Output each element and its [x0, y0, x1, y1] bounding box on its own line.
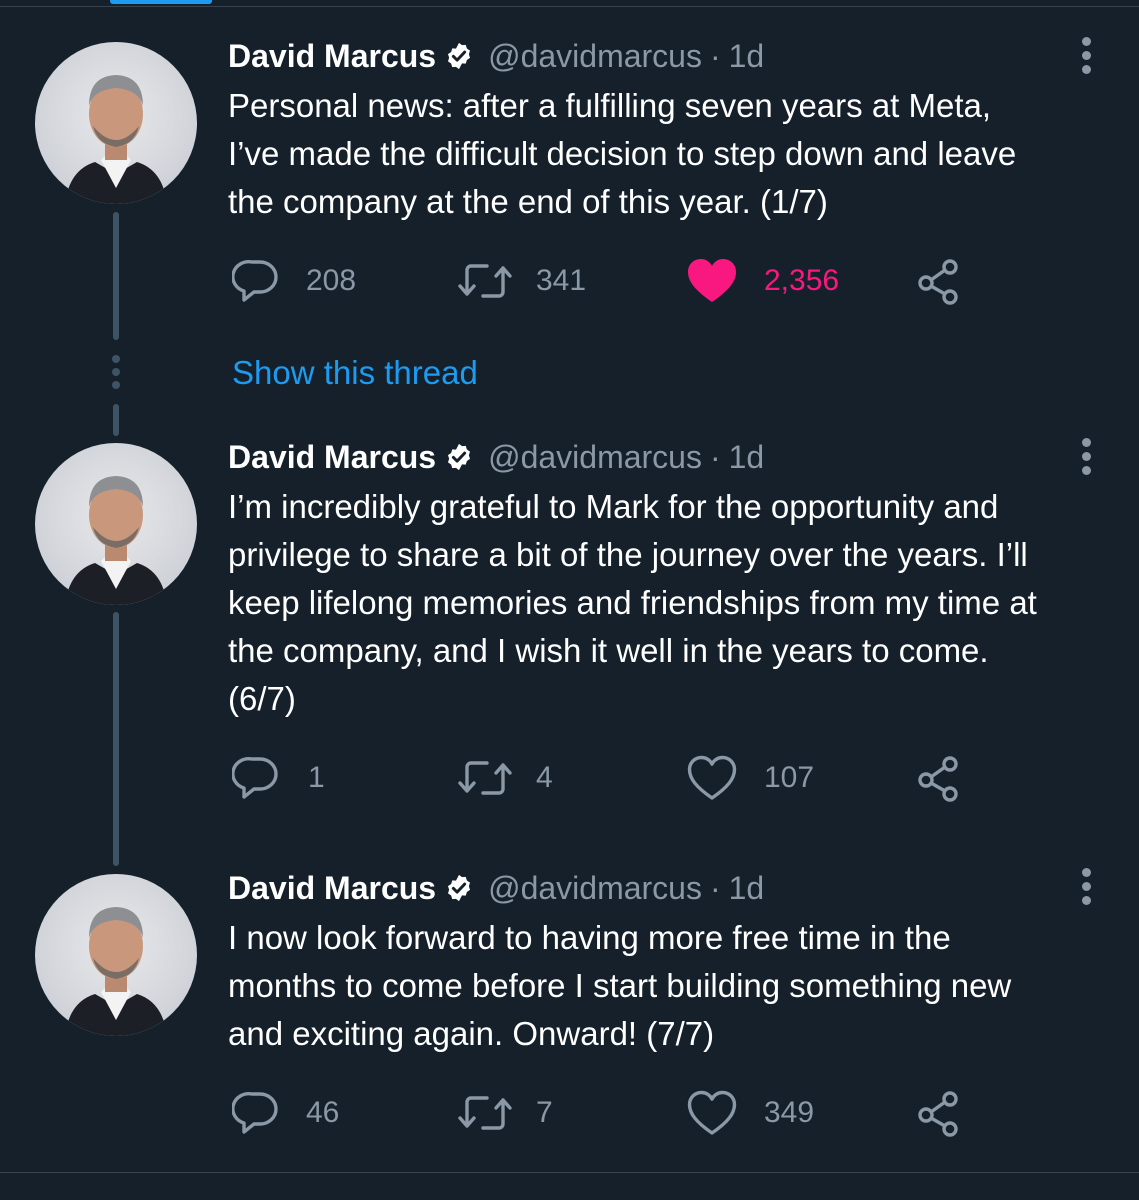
verified-badge-icon [448, 42, 471, 70]
avatar[interactable] [35, 42, 197, 204]
author-name[interactable]: David Marcus [228, 439, 436, 476]
author-handle[interactable]: @davidmarcus [488, 870, 702, 907]
tweet-header: David Marcus @davidmarcus · 1d [228, 437, 764, 477]
more-icon[interactable] [1076, 37, 1096, 79]
like-button[interactable]: 2,356 [686, 256, 839, 306]
share-button[interactable] [916, 753, 964, 803]
retweet-icon [458, 761, 512, 795]
share-button[interactable] [916, 1088, 964, 1138]
share-icon [918, 1091, 958, 1137]
tweet-actions: 208 341 2,356 [228, 256, 988, 306]
tweet-timestamp[interactable]: 1d [729, 870, 765, 907]
share-icon [918, 259, 958, 305]
reply-button[interactable]: 208 [232, 256, 356, 306]
bottom-divider [0, 1172, 1139, 1173]
avatar[interactable] [35, 443, 197, 605]
tweet-timestamp[interactable]: 1d [729, 38, 765, 75]
reply-count: 46 [306, 1096, 340, 1129]
tweet-timestamp[interactable]: 1d [729, 439, 765, 476]
verified-badge-icon [448, 874, 471, 902]
like-button[interactable]: 349 [686, 1088, 814, 1138]
tweet-header: David Marcus @davidmarcus · 1d [228, 36, 764, 76]
header-separator: · [709, 438, 721, 475]
retweet-count: 7 [536, 1096, 553, 1129]
reply-count: 208 [306, 264, 357, 297]
tweet-header: David Marcus @davidmarcus · 1d [228, 868, 764, 908]
header-separator: · [709, 37, 721, 74]
reply-icon [232, 1092, 278, 1134]
show-thread-link[interactable]: Show this thread [232, 354, 478, 392]
retweet-button[interactable]: 341 [456, 256, 586, 306]
retweet-button[interactable]: 4 [456, 753, 553, 803]
heart-icon [687, 755, 737, 800]
tweet-actions: 46 7 349 [228, 1088, 988, 1138]
like-button[interactable]: 107 [686, 753, 814, 803]
heart-icon [688, 259, 736, 302]
reply-icon [232, 757, 278, 799]
retweet-icon [458, 264, 512, 298]
reply-icon [232, 260, 278, 302]
reply-button[interactable]: 1 [232, 753, 325, 803]
retweet-icon [458, 1096, 512, 1130]
retweet-count: 4 [536, 761, 553, 794]
author-name[interactable]: David Marcus [228, 38, 436, 75]
retweet-count: 341 [536, 264, 587, 297]
verified-badge-icon [448, 443, 471, 471]
thread-line [113, 212, 119, 340]
tweet-actions: 1 4 107 [228, 753, 988, 803]
author-handle[interactable]: @davidmarcus [488, 38, 702, 75]
avatar[interactable] [35, 874, 197, 1036]
tweet-text: I’m incredibly grateful to Mark for the … [228, 488, 1037, 717]
author-name[interactable]: David Marcus [228, 870, 436, 907]
thread-gap-dots [112, 355, 120, 394]
like-count: 349 [764, 1096, 815, 1129]
like-count: 107 [764, 761, 815, 794]
heart-icon [687, 1090, 737, 1135]
more-icon[interactable] [1076, 438, 1096, 480]
tweet-text: I now look forward to having more free t… [228, 919, 1012, 1052]
top-divider [0, 6, 1139, 7]
share-button[interactable] [916, 256, 964, 306]
share-icon [918, 756, 958, 802]
thread-line [113, 404, 119, 436]
reply-button[interactable]: 46 [232, 1088, 339, 1138]
retweet-button[interactable]: 7 [456, 1088, 553, 1138]
like-count: 2,356 [764, 264, 840, 297]
active-tab-indicator [110, 0, 212, 4]
thread-line [113, 612, 119, 866]
author-handle[interactable]: @davidmarcus [488, 439, 702, 476]
reply-count: 1 [308, 761, 325, 794]
tweet-text: Personal news: after a fulfilling seven … [228, 87, 1017, 220]
more-icon[interactable] [1076, 868, 1096, 910]
header-separator: · [709, 869, 721, 906]
